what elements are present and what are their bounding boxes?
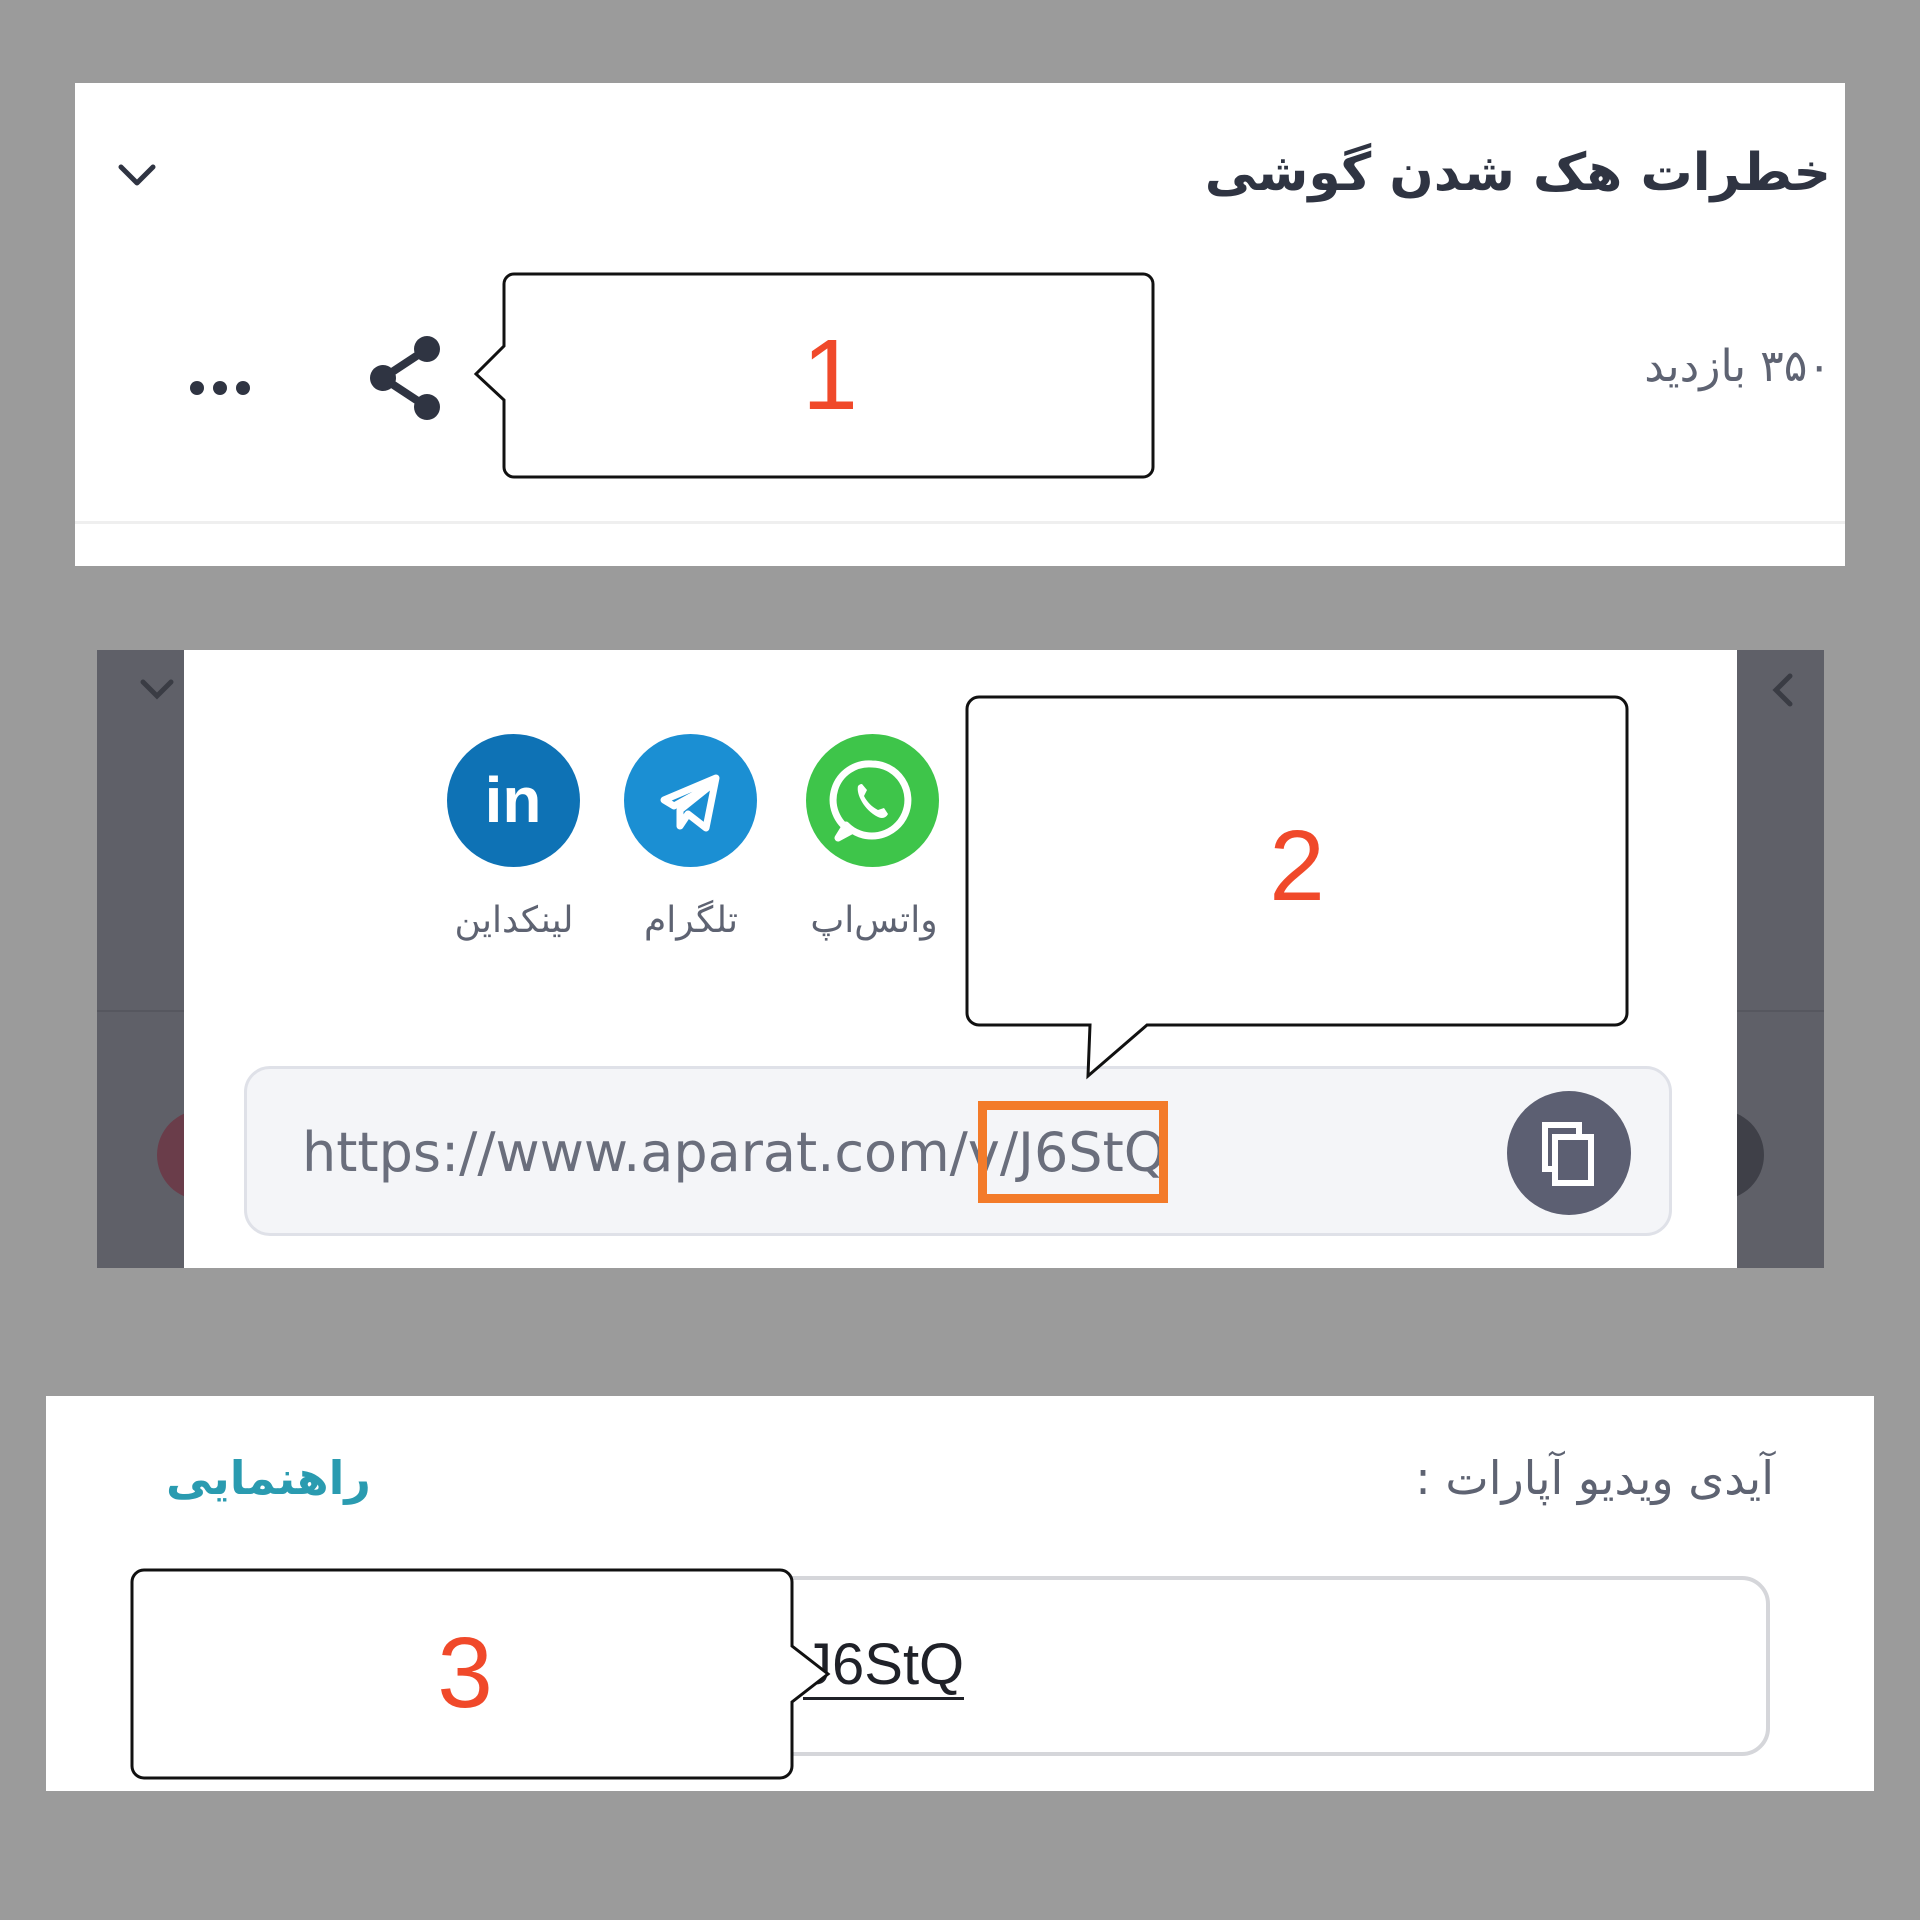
video-id-highlight <box>978 1101 1168 1203</box>
svg-text:in: in <box>485 764 542 836</box>
whatsapp-label: واتس‌اپ <box>810 900 938 941</box>
linkedin-icon: in <box>485 764 542 836</box>
telegram-share-button[interactable] <box>624 734 757 867</box>
video-id-label: آیدی ویدیو آپارات : <box>1415 1451 1774 1505</box>
help-link[interactable]: راهنمایی <box>166 1451 371 1505</box>
callout-1-number: 1 <box>802 319 858 431</box>
share-url-field[interactable]: https://www.aparat.com/v/J6StQ <box>244 1066 1672 1236</box>
linkedin-share-button[interactable]: in <box>447 734 580 867</box>
linkedin-label: لینکداین <box>454 900 574 941</box>
callout-2-number: 2 <box>1269 810 1325 922</box>
view-count: ۳۵۰ بازدید <box>1644 341 1831 392</box>
chevron-down-icon <box>140 679 174 700</box>
chevron-left-icon <box>1772 673 1793 707</box>
share-icon[interactable] <box>365 333 445 423</box>
video-title: خطرات هک شدن گوشی <box>1204 143 1831 203</box>
telegram-label: تلگرام <box>644 900 738 941</box>
divider <box>75 521 1845 524</box>
copy-button[interactable] <box>1507 1091 1631 1215</box>
chevron-down-icon[interactable] <box>115 153 159 197</box>
telegram-icon <box>660 774 720 832</box>
whatsapp-share-button[interactable] <box>806 734 939 867</box>
whatsapp-icon <box>829 760 912 842</box>
more-icon[interactable] <box>185 368 255 408</box>
callout-3-number: 3 <box>437 1617 493 1729</box>
copy-icon <box>1542 1122 1594 1186</box>
